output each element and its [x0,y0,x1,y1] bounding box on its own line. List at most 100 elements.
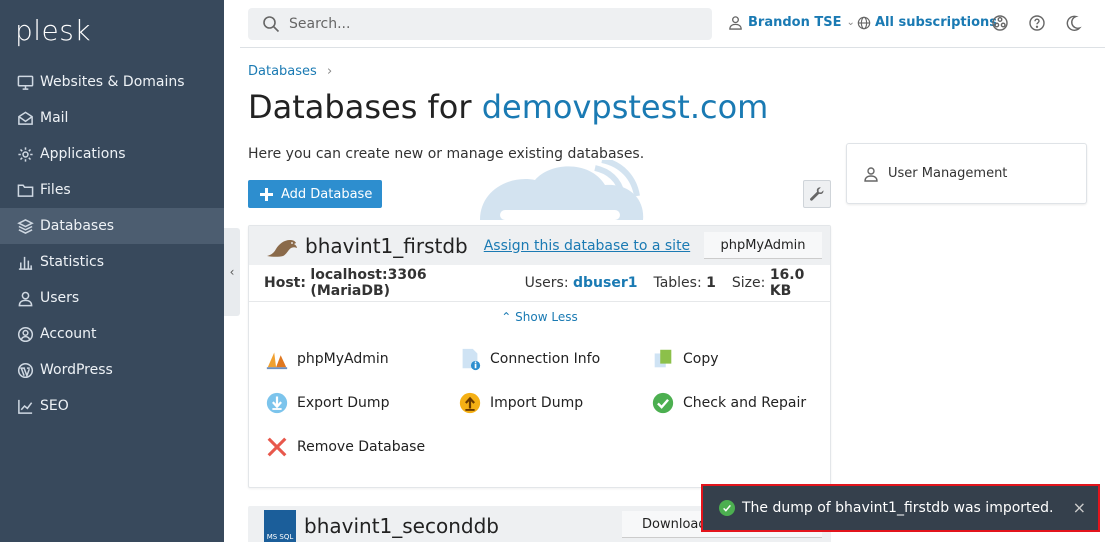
add-database-button[interactable]: Add Database [248,180,382,208]
check-circle-icon [650,390,676,416]
action-export-dump[interactable]: Export Dump [264,390,389,416]
sidebar-item-label: Account [40,326,97,342]
size-value: 16.0 KB [769,267,805,299]
sidebar-item-label: Websites & Domains [40,74,185,90]
action-label: Check and Repair [683,395,807,411]
sidebar-item-mail[interactable]: Mail [0,100,224,136]
action-remove-database[interactable]: Remove Database [264,434,425,460]
action-label: Remove Database [297,439,426,455]
import-dump-icon [457,390,483,416]
sidebar-nav: Websites & Domains Mail Applications Fil… [0,64,224,424]
copy-icon [650,346,676,372]
sidebar-item-label: Databases [40,218,115,234]
sidebar-item-databases[interactable]: Databases [0,208,224,244]
database-card: bhavint1_firstdb Assign this database to… [248,225,831,488]
phpmyadmin-button[interactable]: phpMyAdmin [704,232,822,259]
action-phpmyadmin[interactable]: phpMyAdmin [264,346,389,372]
toast-message: The dump of bhavint1_firstdb was importe… [742,500,1054,516]
sidebar-item-label: SEO [40,398,69,414]
mail-icon [16,109,34,127]
user-management-link[interactable]: User Management [846,143,1087,204]
action-connection-info[interactable]: Connection Info [457,346,600,372]
action-import-dump[interactable]: Import Dump [457,390,583,416]
top-header: Brandon TSE ⌄ All subscriptions [240,0,1105,48]
export-dump-icon [264,390,290,416]
sidebar-item-account[interactable]: Account [0,316,224,352]
sidebar-item-files[interactable]: Files [0,172,224,208]
sidebar-item-users[interactable]: Users [0,280,224,316]
mariadb-seal-icon [267,239,297,257]
assign-database-link[interactable]: Assign this database to a site [484,238,690,254]
account-icon [16,325,34,343]
help-button[interactable] [1028,14,1048,34]
plesk-community-button[interactable] [991,14,1011,34]
tools-button[interactable] [803,180,831,208]
check-icon [719,500,735,516]
sidebar-item-label: WordPress [40,362,113,378]
globe-icon [857,16,871,29]
add-database-label: Add Database [281,186,373,202]
page-description: Here you can create new or manage existi… [248,146,645,162]
page-title-domain[interactable]: demovpstest.com [482,88,769,126]
action-copy[interactable]: Copy [650,346,719,372]
plesk-logo[interactable]: plesk [15,14,91,47]
action-check-repair[interactable]: Check and Repair [650,390,806,416]
sidebar-item-wordpress[interactable]: WordPress [0,352,224,388]
subscriptions-label: All subscriptions [875,15,998,30]
sidebar-item-label: Files [40,182,71,198]
sidebar-collapse-toggle[interactable]: ‹ [224,228,240,316]
chevron-up-icon: ⌃ [501,310,512,324]
chevron-left-icon: ‹ [229,265,235,279]
help-icon [1029,15,1045,31]
close-icon[interactable]: × [1073,498,1086,517]
sidebar-item-applications[interactable]: Applications [0,136,224,172]
theme-toggle-button[interactable] [1064,14,1084,34]
seo-icon [16,397,34,415]
database-name: bhavint1_seconddb [304,514,499,538]
action-label: Import Dump [490,395,584,411]
subscriptions-menu[interactable]: All subscriptions [857,15,997,30]
remove-x-icon [264,434,290,460]
show-less-label: Show Less [515,310,578,324]
breadcrumb-databases-link[interactable]: Databases [248,64,317,79]
database-info-row: Host: localhost:3306 (MariaDB) Users: db… [249,265,830,302]
chevron-right-icon: › [326,64,333,79]
show-less-toggle[interactable]: ⌃ Show Less [249,310,830,324]
wrench-icon [810,187,824,201]
database-icon [16,217,34,235]
action-label: phpMyAdmin [297,351,389,367]
database-card-header: bhavint1_firstdb Assign this database to… [249,226,830,265]
user-menu[interactable]: Brandon TSE ⌄ [728,15,855,30]
user-icon [864,166,878,182]
host-label: Host: [264,275,306,291]
user-icon [16,289,34,307]
user-name: Brandon TSE [748,15,842,30]
tables-value: 1 [706,275,716,291]
db-user-link[interactable]: dbuser1 [573,275,637,291]
breadcrumb: Databases › [248,64,332,79]
connection-info-icon [457,346,483,372]
sidebar-item-label: Statistics [40,254,104,270]
mssql-icon-text: MS SQL [266,533,294,541]
sidebar-item-label: Users [40,290,80,306]
success-toast: The dump of bhavint1_firstdb was importe… [701,484,1100,532]
page-title: Databases for demovpstest.com [248,88,768,126]
search-box[interactable] [248,8,712,40]
moon-icon [1066,15,1082,31]
search-input[interactable] [289,16,689,32]
user-management-label: User Management [888,166,1008,181]
community-icon [992,15,1008,31]
mssql-icon: MS SQL [264,510,296,542]
bar-chart-icon [16,253,34,271]
sidebar-item-websites-domains[interactable]: Websites & Domains [0,64,224,100]
tables-label: Tables: [653,275,702,291]
chevron-down-icon: ⌄ [846,17,855,28]
phpmyadmin-icon [264,346,290,372]
sidebar-item-seo[interactable]: SEO [0,388,224,424]
plus-icon [260,187,273,201]
monitor-icon [16,73,34,91]
sidebar-item-statistics[interactable]: Statistics [0,244,224,280]
wordpress-icon [16,361,34,379]
folder-icon [16,181,34,199]
sidebar-item-label: Mail [40,110,69,126]
